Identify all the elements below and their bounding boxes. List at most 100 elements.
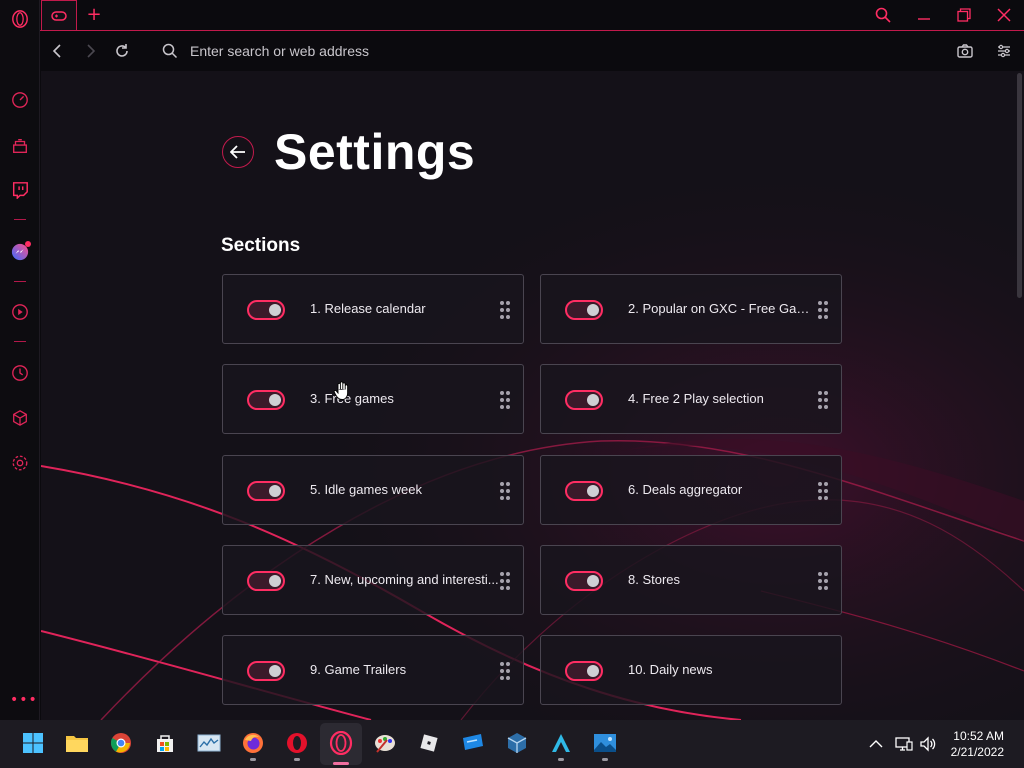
- vertical-scrollbar[interactable]: [1014, 71, 1024, 720]
- restore-button[interactable]: [953, 5, 975, 25]
- opera-icon[interactable]: [284, 730, 310, 761]
- section-card: 8. Stores: [540, 545, 842, 615]
- microsoft-store-icon[interactable]: [152, 730, 178, 756]
- tab-settings[interactable]: [41, 0, 77, 30]
- cube-extensions-icon[interactable]: [10, 408, 30, 428]
- opera-gx-icon[interactable]: [328, 730, 354, 756]
- tab-bar: +: [40, 0, 1024, 30]
- section-card: 6. Deals aggregator: [540, 455, 842, 525]
- player-icon[interactable]: [10, 302, 30, 322]
- section-label: 2. Popular on GXC - Free Game...: [628, 301, 818, 316]
- arrow-left-icon: [230, 145, 245, 159]
- close-button[interactable]: [993, 5, 1015, 25]
- active-app-indicator: [333, 762, 349, 765]
- back-button[interactable]: [222, 136, 254, 168]
- drag-handle-icon[interactable]: [818, 572, 828, 590]
- remote-desktop-icon[interactable]: [460, 730, 486, 756]
- arma-icon[interactable]: [548, 730, 574, 761]
- notification-dot: [25, 241, 31, 247]
- task-manager-icon[interactable]: [196, 730, 222, 756]
- forward-nav-icon[interactable]: [79, 40, 101, 62]
- section-label: 7. New, upcoming and interesti...: [310, 572, 499, 587]
- page-title: Settings: [274, 124, 476, 180]
- section-toggle[interactable]: [247, 300, 285, 320]
- gamepad-icon: [51, 10, 67, 21]
- address-input[interactable]: [190, 39, 790, 63]
- hand-cursor-icon: [333, 381, 349, 400]
- chevron-up-icon[interactable]: [866, 734, 886, 754]
- background-wave-decoration: [41, 71, 1024, 720]
- photos-icon[interactable]: [592, 730, 618, 761]
- taskbar-clock[interactable]: 10:52 AM 2/21/2022: [951, 728, 1004, 760]
- file-explorer-icon[interactable]: [64, 730, 90, 756]
- section-toggle[interactable]: [565, 481, 603, 501]
- drag-handle-icon[interactable]: [818, 301, 828, 319]
- drag-handle-icon[interactable]: [818, 482, 828, 500]
- drag-handle-icon[interactable]: [818, 391, 828, 409]
- roblox-icon[interactable]: [416, 730, 442, 756]
- search-tabs-icon[interactable]: [872, 5, 894, 25]
- scrollbar-thumb[interactable]: [1017, 73, 1022, 298]
- section-card: 4. Free 2 Play selection: [540, 364, 842, 434]
- messenger-icon[interactable]: [10, 241, 31, 262]
- section-label: 6. Deals aggregator: [628, 482, 743, 497]
- windows-start-icon[interactable]: [20, 730, 46, 756]
- section-toggle[interactable]: [565, 390, 603, 410]
- address-bar: [40, 30, 1024, 70]
- paint-icon[interactable]: [372, 730, 398, 756]
- sidebar-separator: [14, 341, 26, 342]
- gx-store-icon[interactable]: [10, 136, 30, 156]
- easy-setup-icon[interactable]: [993, 40, 1015, 62]
- settings-page: Settings Sections 1. Release calendar 2.…: [41, 71, 1024, 720]
- section-label: 1. Release calendar: [310, 301, 426, 316]
- virtualbox-icon[interactable]: [504, 730, 530, 756]
- section-toggle[interactable]: [247, 481, 285, 501]
- windows-taskbar: 10:52 AM 2/21/2022: [0, 720, 1024, 768]
- search-icon: [159, 40, 181, 62]
- sidebar-separator: [14, 219, 26, 220]
- section-label: 4. Free 2 Play selection: [628, 391, 764, 406]
- firefox-icon[interactable]: [240, 730, 266, 761]
- section-card: 2. Popular on GXC - Free Game...: [540, 274, 842, 344]
- new-tab-button[interactable]: +: [84, 5, 104, 25]
- section-card: 5. Idle games week: [222, 455, 524, 525]
- section-toggle[interactable]: [565, 571, 603, 591]
- sidebar-separator: [14, 281, 26, 282]
- section-card: 9. Game Trailers: [222, 635, 524, 705]
- sidebar: •••: [0, 0, 40, 720]
- opera-gx-logo-icon[interactable]: [10, 9, 30, 29]
- section-label: 5. Idle games week: [310, 482, 423, 497]
- section-label: 10. Daily news: [628, 662, 713, 677]
- chrome-icon[interactable]: [108, 730, 134, 756]
- sidebar-more-button[interactable]: •••: [10, 692, 38, 708]
- network-icon[interactable]: [894, 734, 914, 754]
- clock-date: 2/21/2022: [950, 745, 1004, 759]
- section-toggle[interactable]: [247, 661, 285, 681]
- section-label: 9. Game Trailers: [310, 662, 407, 677]
- drag-handle-icon[interactable]: [500, 572, 510, 590]
- speedometer-icon[interactable]: [10, 90, 30, 110]
- back-nav-icon[interactable]: [47, 40, 69, 62]
- section-label: 8. Stores: [628, 572, 681, 587]
- section-toggle[interactable]: [247, 390, 285, 410]
- section-toggle[interactable]: [565, 661, 603, 681]
- section-card: 1. Release calendar: [222, 274, 524, 344]
- history-icon[interactable]: [10, 363, 30, 383]
- section-card: 3. Free games: [222, 364, 524, 434]
- drag-handle-icon[interactable]: [500, 662, 510, 680]
- drag-handle-icon[interactable]: [500, 482, 510, 500]
- section-heading: Sections: [221, 235, 301, 256]
- section-card: 7. New, upcoming and interesti...: [222, 545, 524, 615]
- section-toggle[interactable]: [565, 300, 603, 320]
- reload-icon[interactable]: [111, 40, 133, 62]
- twitch-icon[interactable]: [10, 180, 30, 200]
- drag-handle-icon[interactable]: [500, 301, 510, 319]
- volume-icon[interactable]: [918, 734, 938, 754]
- section-card: 10. Daily news: [540, 635, 842, 705]
- clock-time: 10:52 AM: [953, 729, 1004, 743]
- snapshot-camera-icon[interactable]: [954, 40, 976, 62]
- minimize-button[interactable]: [913, 5, 935, 25]
- section-toggle[interactable]: [247, 571, 285, 591]
- drag-handle-icon[interactable]: [500, 391, 510, 409]
- settings-gear-icon[interactable]: [10, 453, 30, 473]
